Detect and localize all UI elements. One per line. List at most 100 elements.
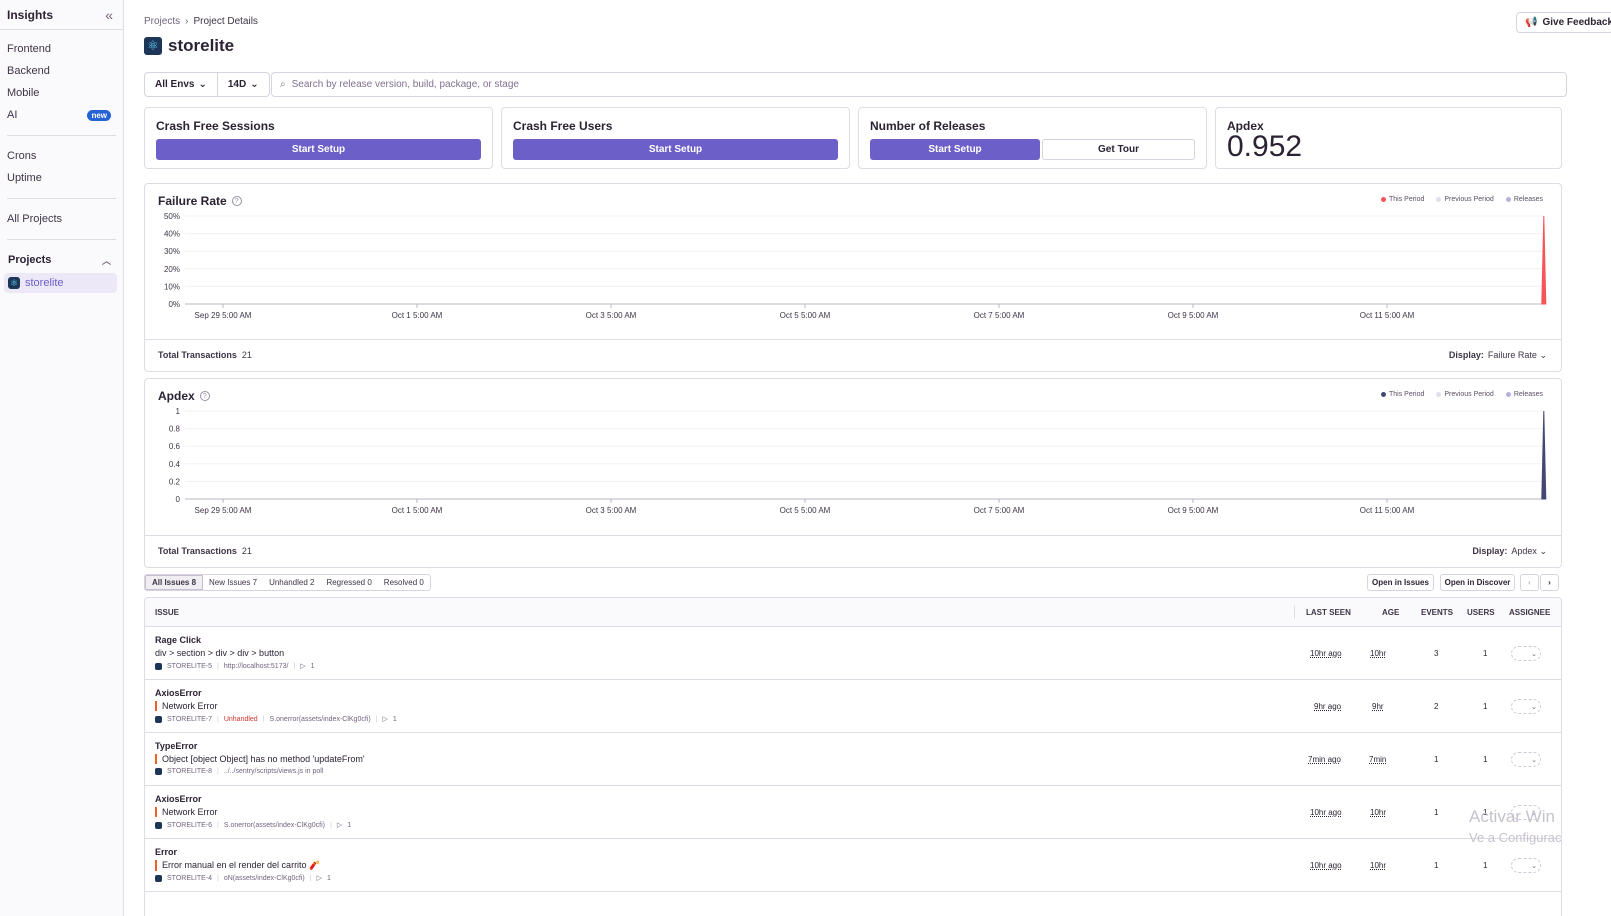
display-selector[interactable]: Display: Apdex ⌄	[1472, 546, 1547, 557]
legend-dot	[1380, 391, 1386, 397]
age: 10hr	[1370, 808, 1387, 817]
failure-rate-chart-panel: Failure Rate? This Period Previous Perio…	[144, 183, 1562, 372]
environment-selector[interactable]: All Envs ⌄	[145, 73, 217, 96]
projects-section-title: Projects	[8, 254, 52, 266]
column-age[interactable]: AGE	[1382, 608, 1399, 617]
sidebar-title: Insights	[7, 7, 54, 22]
help-icon[interactable]: ?	[231, 196, 242, 206]
x-tick-label: Oct 9 5:00 AM	[1168, 311, 1219, 320]
display-selector[interactable]: Display: Failure Rate ⌄	[1449, 350, 1547, 361]
chevron-down-icon: ⌄	[1539, 546, 1547, 556]
tab-regressed[interactable]: Regressed 0	[320, 575, 377, 590]
legend-this-period[interactable]: This Period	[1380, 391, 1424, 398]
y-tick-label: 0.4	[169, 460, 181, 469]
breadcrumb-projects[interactable]: Projects	[144, 16, 180, 27]
issue-short-id[interactable]: STORELITE-7	[167, 716, 212, 723]
chevron-up-icon: ︿	[101, 255, 111, 266]
issue-title[interactable]: TypeError	[155, 741, 197, 751]
previous-page-button[interactable]: ‹	[1520, 574, 1539, 591]
legend-previous-period[interactable]: Previous Period	[1436, 391, 1494, 398]
issue-title[interactable]: AxiosError	[155, 688, 202, 698]
start-setup-button[interactable]: Start Setup	[870, 139, 1040, 160]
card-title: Crash Free Users	[513, 119, 613, 133]
replay-count[interactable]: 1	[347, 822, 351, 829]
sidebar-item-all-projects[interactable]: All Projects	[0, 208, 123, 230]
number-of-releases-card: Number of Releases Start Setup Get Tour	[858, 107, 1207, 169]
assignee-selector[interactable]: ⌄	[1511, 699, 1541, 714]
column-users[interactable]: USERS	[1467, 608, 1495, 617]
sidebar-divider	[7, 198, 116, 199]
issue-row[interactable]: Rage Click div > section > div > div > b…	[145, 627, 1561, 680]
chevron-down-icon: ⌄	[1531, 756, 1537, 764]
tab-all-issues[interactable]: All Issues 8	[145, 575, 204, 590]
replay-count[interactable]: 1	[393, 716, 397, 723]
sidebar-item-mobile[interactable]: Mobile	[0, 82, 123, 104]
open-in-discover-button[interactable]: Open in Discover	[1440, 574, 1515, 591]
issue-message: div > section > div > div > button	[155, 648, 285, 658]
legend-label: Releases	[1513, 391, 1543, 398]
age: 10hr	[1370, 649, 1387, 658]
issue-title[interactable]: Rage Click	[155, 635, 201, 645]
x-tick-label: Oct 3 5:00 AM	[586, 506, 637, 515]
next-page-button[interactable]: ›	[1540, 574, 1559, 591]
issue-title[interactable]: AxiosError	[155, 794, 202, 804]
sidebar-item-uptime[interactable]: Uptime	[0, 167, 123, 189]
sidebar-item-frontend[interactable]: Frontend	[0, 38, 123, 60]
last-seen: 9hr ago	[1314, 702, 1342, 711]
assignee-selector[interactable]: ⌄	[1511, 858, 1541, 873]
open-in-issues-button[interactable]: Open in Issues	[1367, 574, 1434, 591]
total-transactions-value: 21	[241, 350, 252, 360]
sidebar-project-storelite[interactable]: ⚛ storelite	[4, 273, 117, 293]
legend-this-period[interactable]: This Period	[1380, 196, 1424, 203]
assignee-selector[interactable]: ⌄	[1511, 646, 1541, 661]
help-icon[interactable]: ?	[199, 391, 210, 401]
start-setup-button[interactable]: Start Setup	[513, 139, 838, 160]
watermark-line-2: Ve a Configurac	[1469, 830, 1562, 845]
issue-row[interactable]: TypeError Object [object Object] has no …	[145, 733, 1561, 786]
y-tick-label: 0.8	[169, 425, 181, 434]
replay-count[interactable]: 1	[327, 875, 331, 882]
give-feedback-button[interactable]: 📢 Give Feedback	[1516, 12, 1611, 33]
legend-releases[interactable]: Releases	[1505, 391, 1543, 398]
chevron-down-icon: ⌄	[250, 79, 259, 90]
issue-title[interactable]: Error	[155, 847, 177, 857]
assignee-selector[interactable]: ⌄	[1511, 752, 1541, 767]
issue-short-id[interactable]: STORELITE-5	[167, 663, 212, 670]
issue-row[interactable]: AxiosError Network Error STORELITE-7 | U…	[145, 680, 1561, 733]
search-input[interactable]	[291, 79, 1566, 90]
start-setup-button[interactable]: Start Setup	[156, 139, 481, 160]
collapse-sidebar-icon[interactable]: «	[105, 7, 113, 23]
get-tour-button[interactable]: Get Tour	[1042, 139, 1195, 160]
tab-new-issues[interactable]: New Issues 7	[203, 575, 263, 590]
issue-short-id[interactable]: STORELITE-8	[167, 768, 212, 775]
issue-message: Network Error	[155, 807, 218, 817]
issue-short-id[interactable]: STORELITE-4	[167, 875, 212, 882]
issue-row[interactable]: Error Error manual en el render del carr…	[145, 839, 1561, 892]
meta-separator: |	[217, 662, 219, 670]
period-selector[interactable]: 14D ⌄	[216, 73, 269, 96]
issue-row[interactable]: AxiosError Network Error STORELITE-6 | S…	[145, 786, 1561, 839]
chevron-down-icon: ⌄	[1531, 650, 1537, 658]
replay-count[interactable]: 1	[311, 663, 315, 670]
chart-title: Apdex?	[158, 389, 210, 403]
column-last-seen[interactable]: LAST SEEN	[1306, 608, 1351, 617]
legend-releases[interactable]: Releases	[1505, 196, 1543, 203]
apdex-plot: 1 0.8 0.6 0.4 0.2 0 Sep 29 5:00 AM Oct 1 5:00 A…	[169, 407, 1547, 515]
projects-section-header[interactable]: Projects ︿	[0, 249, 123, 271]
tab-resolved[interactable]: Resolved 0	[378, 575, 430, 590]
issue-short-id[interactable]: STORELITE-6	[167, 822, 212, 829]
column-events[interactable]: EVENTS	[1421, 608, 1453, 617]
sidebar-item-ai[interactable]: AI new	[0, 104, 123, 126]
meta-separator: |	[217, 874, 219, 882]
card-title: Number of Releases	[870, 119, 986, 133]
issue-meta: STORELITE-5 | http://localhost:5173/ | ▷…	[155, 662, 315, 670]
chart-footer: Total Transactions 21 Display: Failure Rat…	[145, 339, 1561, 371]
sidebar-item-crons[interactable]: Crons	[0, 145, 123, 167]
tab-unhandled[interactable]: Unhandled 2	[263, 575, 320, 590]
legend-previous-period[interactable]: Previous Period	[1436, 196, 1494, 203]
series-spike	[1541, 215, 1547, 305]
sidebar-item-backend[interactable]: Backend	[0, 60, 123, 82]
chevron-down-icon: ⌄	[198, 79, 207, 90]
meta-separator: |	[329, 821, 332, 829]
chevron-right-icon: ›	[185, 16, 189, 27]
